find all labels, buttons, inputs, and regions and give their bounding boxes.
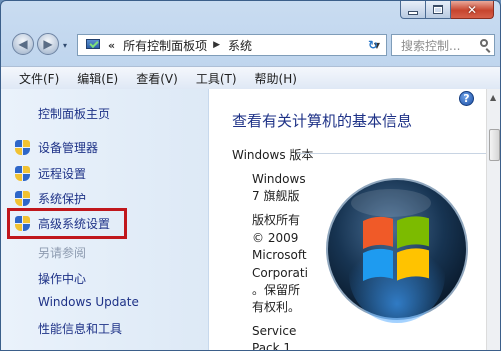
see-also-header: 另请参阅 bbox=[38, 246, 87, 260]
task-system-protection[interactable]: 系统保护 bbox=[15, 190, 86, 207]
breadcrumb-separator-icon[interactable]: ▶ bbox=[213, 40, 220, 50]
search-input[interactable]: 搜索控制... bbox=[391, 34, 495, 56]
task-label: 系统保护 bbox=[38, 192, 87, 206]
minimize-button[interactable] bbox=[400, 1, 426, 19]
menu-tools[interactable]: 工具(T) bbox=[187, 70, 246, 87]
edition-line: 7 旗舰版 bbox=[252, 189, 300, 203]
windows-edition-section-header: Windows 版本 bbox=[232, 148, 314, 162]
windows-logo-icon bbox=[326, 178, 468, 323]
copyright-line: 有权利。 bbox=[252, 300, 301, 314]
help-glyph: ? bbox=[463, 92, 470, 105]
close-button[interactable]: ✕ bbox=[451, 1, 494, 19]
see-also-action-center[interactable]: 操作中心 bbox=[38, 270, 86, 287]
task-label: 远程设置 bbox=[38, 167, 87, 181]
section-divider bbox=[297, 153, 486, 154]
menu-bar: 文件(F) 编辑(E) 查看(V) 工具(T) 帮助(H) bbox=[1, 66, 500, 90]
forward-arrow-icon: ▶ bbox=[43, 37, 53, 51]
copyright-line: 版权所有 bbox=[252, 213, 301, 227]
menu-file[interactable]: 文件(F) bbox=[1, 70, 68, 87]
task-pane: 控制面板主页 设备管理器 远程设置 系统保护 高级系统设置 另请参阅 操作中心 … bbox=[1, 89, 209, 350]
minimize-icon bbox=[408, 10, 418, 15]
see-also-windows-update[interactable]: Windows Update bbox=[38, 295, 139, 309]
uac-shield-icon bbox=[15, 190, 30, 207]
scrollbar-thumb[interactable] bbox=[489, 129, 500, 161]
breadcrumb-system[interactable]: 系统 bbox=[228, 37, 252, 54]
control-panel-icon bbox=[86, 38, 102, 52]
maximize-icon bbox=[433, 5, 443, 14]
copyright-line: Microsoft bbox=[252, 248, 307, 262]
service-pack-line: Pack 1 bbox=[252, 341, 292, 351]
help-icon[interactable]: ? bbox=[459, 91, 474, 106]
copyright-line: © 2009 bbox=[252, 231, 299, 245]
highlight-annotation-box bbox=[7, 208, 127, 239]
menu-help[interactable]: 帮助(H) bbox=[246, 70, 306, 87]
task-label: 设备管理器 bbox=[38, 141, 99, 155]
task-device-manager[interactable]: 设备管理器 bbox=[15, 139, 98, 156]
page-title: 查看有关计算机的基本信息 bbox=[232, 112, 413, 130]
refresh-icon: ↻ bbox=[367, 38, 379, 52]
system-info-pane: 查看有关计算机的基本信息 Windows 版本 Windows 7 旗舰版 版权… bbox=[209, 89, 486, 351]
search-icon[interactable] bbox=[480, 39, 488, 47]
recent-pages-dropdown[interactable]: ▾ bbox=[63, 41, 67, 50]
task-remote-settings[interactable]: 远程设置 bbox=[15, 165, 86, 182]
scroll-up-icon[interactable]: ▲ bbox=[490, 93, 496, 102]
back-arrow-icon: ◀ bbox=[18, 37, 28, 51]
search-placeholder: 搜索控制... bbox=[401, 38, 461, 53]
content-area: 控制面板主页 设备管理器 远程设置 系统保护 高级系统设置 另请参阅 操作中心 … bbox=[1, 89, 500, 351]
close-icon: ✕ bbox=[466, 2, 478, 17]
menu-edit[interactable]: 编辑(E) bbox=[68, 70, 127, 87]
control-panel-home-link[interactable]: 控制面板主页 bbox=[38, 105, 110, 122]
system-window: ✕ ◀ ▶ ▾ « 所有控制面板项 ▶ 系统 ▼ ↻ 搜索控制... 文件(F)… bbox=[0, 0, 501, 351]
forward-button[interactable]: ▶ bbox=[37, 33, 59, 55]
caption-buttons: ✕ bbox=[400, 1, 494, 19]
navigation-bar: ◀ ▶ ▾ « 所有控制面板项 ▶ 系统 ▼ ↻ 搜索控制... bbox=[1, 31, 500, 59]
copyright-line: Corporati bbox=[252, 266, 308, 280]
breadcrumb-overflow-chevron[interactable]: « bbox=[108, 39, 115, 52]
copyright-line: 。保留所 bbox=[252, 283, 301, 297]
service-pack-line: Service bbox=[252, 324, 297, 338]
breadcrumb-all-control-panel-items[interactable]: 所有控制面板项 bbox=[123, 37, 207, 54]
edition-line: Windows bbox=[252, 172, 306, 186]
see-also-performance-info[interactable]: 性能信息和工具 bbox=[38, 320, 122, 337]
uac-shield-icon bbox=[15, 165, 30, 182]
address-bar[interactable]: « 所有控制面板项 ▶ 系统 ▼ bbox=[77, 34, 387, 56]
uac-shield-icon bbox=[15, 139, 30, 156]
vertical-scrollbar[interactable]: ▲ bbox=[486, 89, 500, 350]
refresh-button[interactable]: ↻ bbox=[362, 34, 384, 56]
maximize-button[interactable] bbox=[426, 1, 451, 19]
back-button[interactable]: ◀ bbox=[12, 33, 34, 55]
menu-view[interactable]: 查看(V) bbox=[127, 70, 187, 87]
